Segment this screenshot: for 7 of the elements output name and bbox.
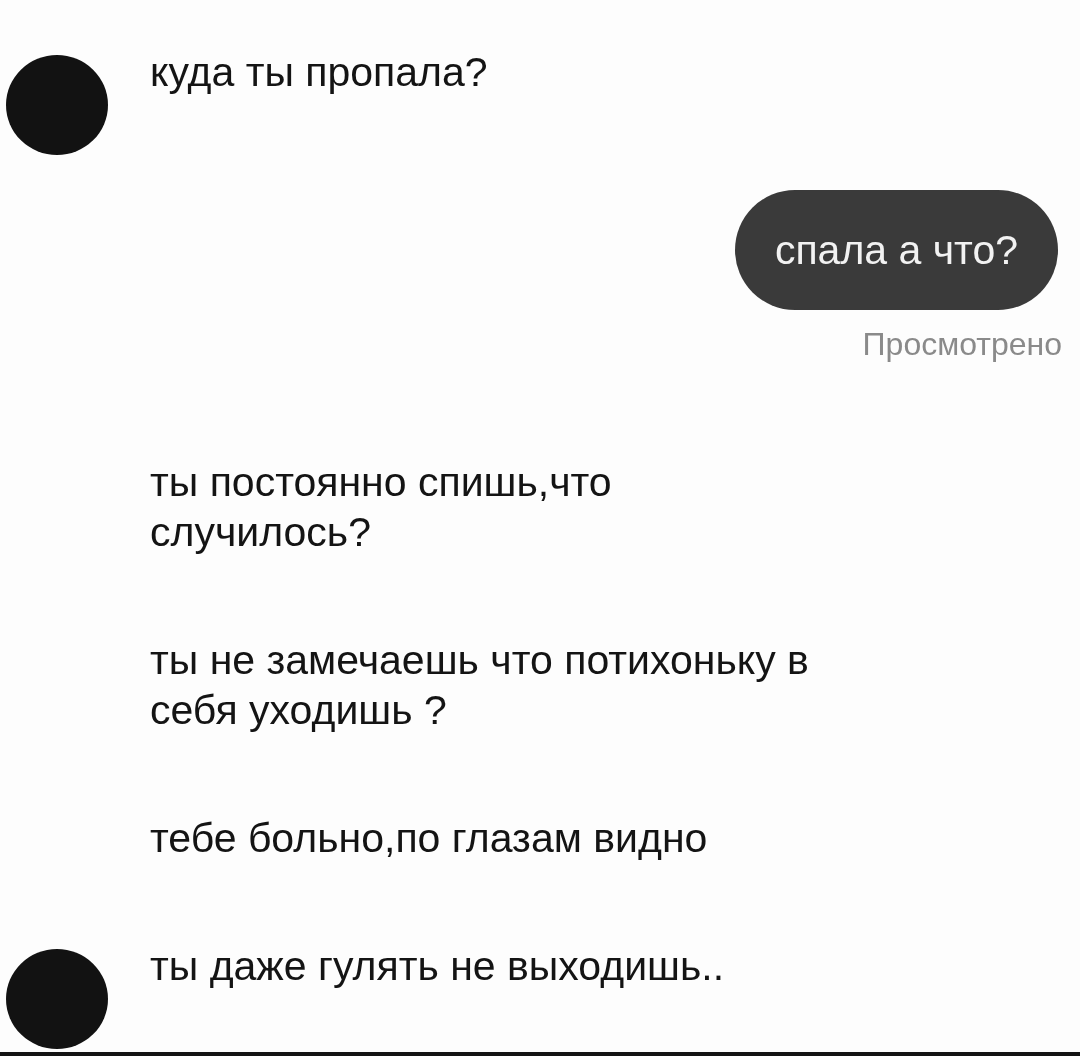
message-text: тебе больно,по глазам видно bbox=[150, 814, 708, 863]
message-text: ты постоянно спишь,что случилось? bbox=[150, 458, 613, 557]
message-text: ты даже гулять не выходишь.. bbox=[150, 942, 725, 991]
message-text: куда ты пропала? bbox=[150, 48, 488, 97]
message-bubble: спала а что? bbox=[734, 190, 1058, 310]
seen-status: Просмотрено bbox=[862, 326, 1062, 362]
message-text: ты не замечаешь что потихоньку в себя уходишь ? bbox=[150, 636, 810, 735]
